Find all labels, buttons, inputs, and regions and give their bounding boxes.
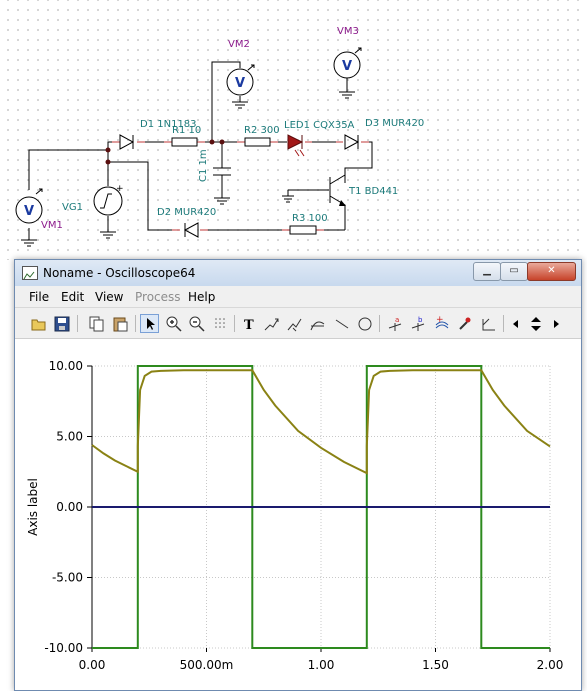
y-axis-label: Axis label [26, 478, 40, 536]
menu-bar: File Edit View Process Help [15, 287, 581, 308]
title-bar[interactable]: Noname - Oscilloscope64 ▁ ▭ ✕ [15, 260, 581, 286]
text-icon[interactable]: T [239, 314, 258, 333]
r3-label: R3 100 [292, 213, 328, 224]
add-curve-icon[interactable]: + [432, 314, 451, 333]
step-icon[interactable] [479, 314, 498, 333]
vm1-voltmeter-icon[interactable]: V [15, 188, 43, 224]
paste-icon[interactable] [110, 314, 129, 333]
y-tick-label: -10.00 [44, 641, 83, 655]
scroll-right-icon[interactable] [549, 314, 561, 333]
t1-label: T1 BD441 [348, 186, 398, 197]
d1-diode-icon[interactable] [119, 134, 135, 150]
led1-label: LED1 CQX35A [284, 120, 355, 131]
curve-tool-icon[interactable] [308, 314, 327, 333]
oscilloscope-chart[interactable]: 10.00 5.00 0.00 -5.00 -10.00 0.00 500.00m 1.00 1… [15, 339, 581, 690]
copy-icon[interactable] [87, 314, 106, 333]
r1-label: R1 10 [172, 125, 201, 136]
svg-text:V: V [24, 204, 34, 219]
menu-view[interactable]: View [95, 290, 123, 304]
c1-label: C1 1m [198, 149, 209, 182]
x-tick-label: 1.50 [422, 658, 449, 672]
toolbar: T a b + [15, 308, 581, 339]
svg-text:V: V [342, 59, 352, 74]
maximize-button[interactable]: ▭ [500, 262, 528, 281]
zoom-in-icon[interactable] [164, 314, 183, 333]
plot-area[interactable]: 10.00 5.00 0.00 -5.00 -10.00 0.00 500.00m 1.00 1… [15, 339, 581, 690]
scroll-updown-icon[interactable] [527, 314, 543, 333]
x-tick-label: 1.00 [308, 658, 335, 672]
vm1-label: VM1 [41, 220, 63, 231]
r2-resistor-icon[interactable] [244, 137, 271, 147]
vg1-source-icon[interactable]: + [93, 184, 124, 216]
svg-text:T: T [244, 318, 254, 332]
svg-text:+: + [436, 316, 444, 325]
vm2-label: VM2 [228, 39, 250, 50]
r1-resistor-icon[interactable] [171, 137, 198, 147]
svg-text:b: b [418, 316, 423, 324]
scroll-left-icon[interactable] [509, 314, 521, 333]
y-tick-label: 0.00 [56, 500, 83, 514]
menu-file[interactable]: File [29, 290, 49, 304]
select-arrow-icon[interactable] [140, 314, 159, 333]
y-tick-label: -5.00 [52, 571, 83, 585]
svg-text:+: + [116, 184, 124, 194]
menu-edit[interactable]: Edit [61, 290, 84, 304]
led1-icon[interactable] [287, 134, 305, 157]
vg1-label: VG1 [62, 202, 83, 213]
minimize-button[interactable]: ▁ [473, 262, 501, 281]
cursor-a-icon[interactable]: a [385, 314, 404, 333]
d2-diode-icon[interactable] [183, 222, 199, 238]
circle-tool-icon[interactable] [355, 314, 374, 333]
vm2-voltmeter-icon[interactable]: V [226, 64, 255, 96]
eyedropper-icon[interactable] [455, 314, 474, 333]
close-button[interactable]: ✕ [527, 262, 576, 281]
y-tick-label: 10.00 [49, 359, 83, 373]
save-icon[interactable] [52, 314, 71, 333]
vm3-label: VM3 [337, 26, 359, 37]
svg-text:a: a [395, 316, 399, 324]
menu-process[interactable]: Process [135, 290, 181, 304]
window-title: Noname - Oscilloscope64 [43, 266, 196, 280]
zoom-out-icon[interactable] [187, 314, 206, 333]
open-icon[interactable] [29, 314, 48, 333]
line-tool-icon[interactable] [332, 314, 351, 333]
x-tick-label: 500.00m [180, 658, 234, 672]
schematic-canvas[interactable]: V V V + VM1 VM2 VM3 VG1 D1 1N1183 R1 10 … [0, 0, 587, 260]
d3-label: D3 MUR420 [365, 118, 424, 129]
x-tick-label: 0.00 [79, 658, 106, 672]
svg-text:V: V [235, 76, 245, 91]
r3-resistor-icon[interactable] [289, 225, 317, 235]
d2-label: D2 MUR420 [157, 207, 216, 218]
oscilloscope-window: Noname - Oscilloscope64 ▁ ▭ ✕ File Edit … [14, 259, 582, 691]
cursor-b-icon[interactable]: b [408, 314, 427, 333]
vm3-voltmeter-icon[interactable]: V [333, 47, 362, 79]
d3-diode-icon[interactable] [344, 134, 360, 150]
grid-icon[interactable] [211, 314, 230, 333]
cursor-tool-1-icon[interactable] [262, 314, 281, 333]
r2-label: R2 300 [244, 125, 280, 136]
cursor-tool-2-icon[interactable] [285, 314, 304, 333]
menu-help[interactable]: Help [188, 290, 215, 304]
y-tick-label: 5.00 [56, 430, 83, 444]
x-tick-label: 2.00 [537, 658, 564, 672]
app-icon[interactable] [22, 266, 38, 280]
